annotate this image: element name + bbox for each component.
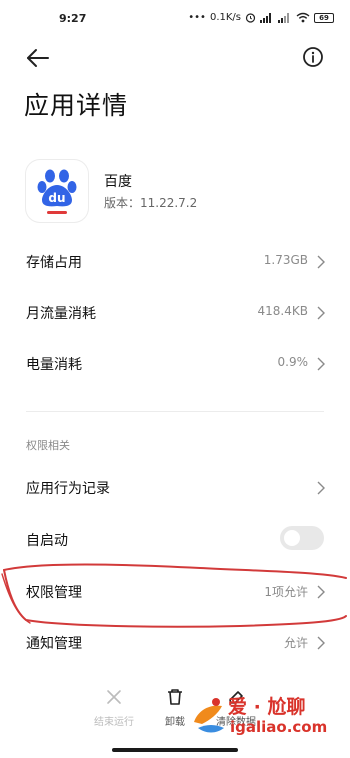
signal2-icon	[278, 12, 289, 23]
row-behavior-record[interactable]: 应用行为记录	[0, 466, 350, 510]
uninstall-label: 卸载	[165, 717, 185, 728]
watermark-text: 爱 · 尬聊	[228, 696, 306, 718]
divider	[26, 411, 324, 412]
chevron-right-icon	[317, 481, 325, 495]
watermark-url: igaliao.com	[230, 718, 328, 736]
close-icon	[107, 690, 121, 704]
net-speed: 0.1K/s	[209, 12, 241, 23]
watermark: 爱 · 尬聊 igaliao.com	[188, 688, 348, 748]
chevron-right-icon	[317, 255, 325, 269]
home-indicator[interactable]	[112, 748, 238, 752]
row-label: 自启动	[26, 533, 68, 549]
status-icons: ••• 0.1K/s 69	[188, 12, 334, 23]
wifi-icon	[296, 12, 310, 23]
row-label: 存储占用	[26, 255, 82, 271]
row-label: 通知管理	[26, 636, 82, 652]
row-label: 电量消耗	[26, 357, 82, 373]
row-monthly-data[interactable]: 月流量消耗 418.4KB	[0, 291, 350, 335]
status-bar: 9:27 ••• 0.1K/s 69	[0, 0, 350, 38]
row-value: 1项允许	[264, 585, 308, 599]
chevron-right-icon	[317, 306, 325, 320]
signal-icon	[260, 12, 271, 23]
dots-icon: •••	[188, 12, 206, 23]
back-icon[interactable]	[22, 44, 52, 72]
row-battery[interactable]: 电量消耗 0.9%	[0, 342, 350, 386]
row-notification-management[interactable]: 通知管理 允许	[0, 621, 350, 665]
app-icon-text: du	[48, 191, 65, 205]
app-name: 百度	[104, 174, 132, 190]
row-label: 权限管理	[26, 585, 82, 601]
autostart-toggle[interactable]	[280, 526, 324, 550]
section-header-permissions: 权限相关	[26, 439, 70, 452]
page-title: 应用详情	[24, 91, 129, 120]
baidu-paw-icon: du	[37, 169, 77, 214]
toggle-knob	[284, 530, 300, 546]
stop-label: 结束运行	[94, 717, 134, 728]
row-label: 应用行为记录	[26, 481, 110, 497]
row-autostart: 自启动	[0, 518, 350, 562]
row-value: 418.4KB	[257, 304, 308, 318]
trash-icon	[168, 689, 182, 705]
watermark-logo-icon	[194, 698, 224, 733]
row-value: 1.73GB	[263, 253, 308, 267]
row-label: 月流量消耗	[26, 306, 96, 322]
app-version: 版本：11.22.7.2	[104, 196, 198, 210]
stop-button[interactable]: 结束运行	[82, 680, 146, 736]
chevron-right-icon	[317, 585, 325, 599]
row-storage[interactable]: 存储占用 1.73GB	[0, 240, 350, 284]
row-value: 0.9%	[277, 355, 309, 369]
chevron-right-icon	[317, 357, 325, 371]
battery-icon: 69	[314, 12, 334, 23]
alarm-icon	[245, 13, 256, 23]
chevron-right-icon	[317, 636, 325, 650]
app-card: du 百度 版本：11.22.7.2	[26, 160, 326, 222]
info-icon[interactable]	[300, 44, 326, 70]
status-time: 9:27	[59, 12, 87, 25]
row-value: 允许	[283, 636, 308, 650]
app-icon: du	[26, 160, 88, 222]
nav-bar	[0, 38, 350, 78]
row-permission-management[interactable]: 权限管理 1项允许	[0, 570, 350, 614]
